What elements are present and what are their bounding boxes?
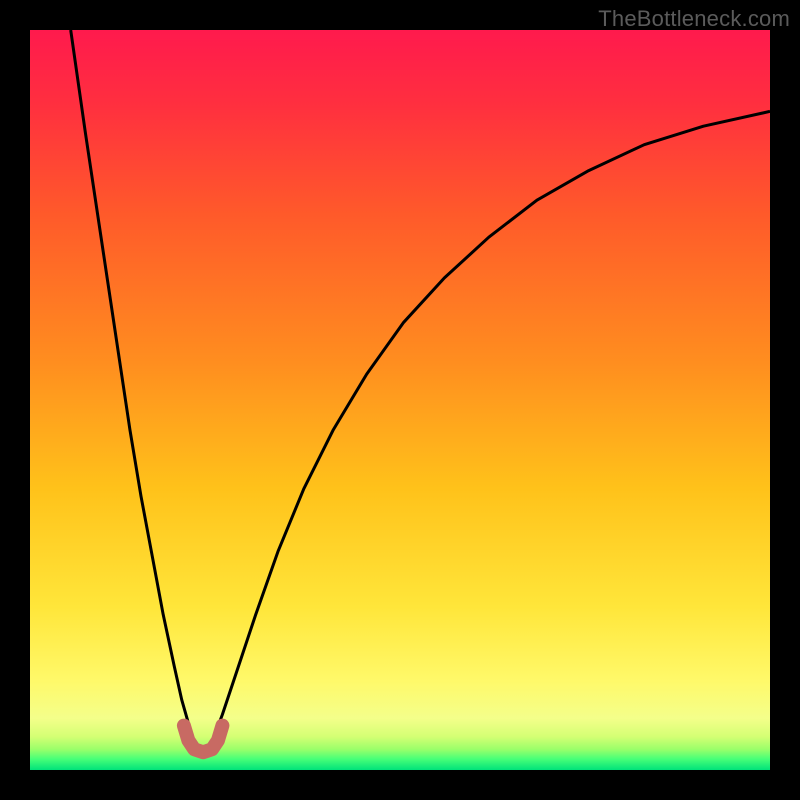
watermark-text: TheBottleneck.com xyxy=(598,6,790,32)
bottleneck-chart xyxy=(30,30,770,770)
chart-frame xyxy=(30,30,770,770)
